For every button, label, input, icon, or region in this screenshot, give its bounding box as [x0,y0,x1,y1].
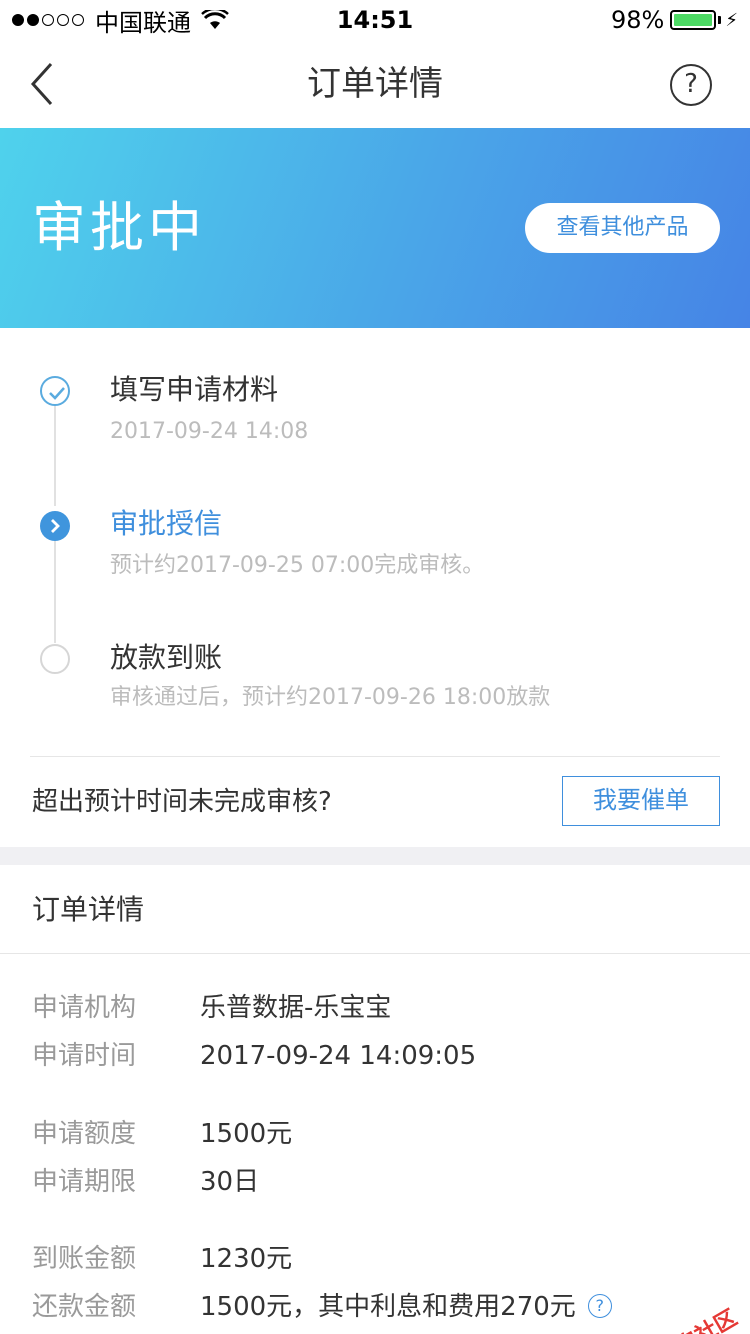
detail-value: 乐普数据-乐宝宝 [200,993,392,1023]
detail-value: 1500元，其中利息和费用270元? [200,1287,612,1327]
step-current-arrow-icon [40,511,70,541]
detail-value: 30日 [200,1167,260,1197]
timeline-step-sub: 审核通过后，预计约2017-09-26 18:00放款 [110,685,551,710]
battery-icon [670,10,717,30]
battery-tip [718,16,722,24]
page-title: 订单详情 [307,64,443,104]
divider [0,953,750,954]
view-other-products-button[interactable]: 查看其他产品 [525,203,720,253]
status-bar: 中国联通 14:51 98% ⚡ [0,0,750,40]
watermark-text: 卡农社区 [650,1300,742,1334]
detail-label: 申请额度 [32,1119,137,1149]
details-title: 订单详情 [32,893,145,926]
section-gap [0,847,750,865]
charging-icon: ⚡ [725,9,738,31]
battery-percent: 98% [611,6,665,34]
step-done-check-icon [40,376,70,406]
urge-row: 超出预计时间未完成审核? 我要催单 [0,757,750,847]
status-banner: 审批中 查看其他产品 [0,128,750,328]
detail-label: 申请机构 [32,993,137,1023]
timeline-connector [54,406,56,506]
timeline-connector [54,541,56,643]
nav-bar: 订单详情 ? [0,40,750,128]
detail-label: 申请时间 [32,1041,137,1071]
detail-label: 到账金额 [32,1244,137,1274]
urge-prompt: 超出预计时间未完成审核? [32,787,332,817]
detail-value: 1500元 [200,1119,293,1149]
detail-label: 申请期限 [32,1167,137,1197]
step-pending-circle-icon [40,644,70,674]
repayment-amount-text: 1500元，其中利息和费用270元 [200,1292,576,1322]
progress-timeline: 填写申请材料 2017-09-24 14:08 审批授信 预计约2017-09-… [0,328,750,756]
status-right: 98% ⚡ [611,6,738,34]
watermark: 卡农社区 [627,1300,742,1334]
timeline-step-title: 审批授信 [110,507,223,540]
detail-value: 1230元 [200,1244,293,1274]
battery-fill [674,14,712,26]
timeline-step-title: 放款到账 [110,641,223,674]
detail-value: 2017-09-24 14:09:05 [200,1041,477,1071]
detail-label: 还款金额 [32,1292,137,1322]
question-icon[interactable]: ? [587,1293,612,1318]
order-status: 审批中 [32,196,206,259]
help-icon[interactable]: ? [670,64,712,106]
timeline-step-title: 填写申请材料 [110,373,279,406]
timeline-step-sub: 2017-09-24 14:08 [110,419,309,444]
timeline-step-sub: 预计约2017-09-25 07:00完成审核。 [110,553,485,578]
urge-order-button[interactable]: 我要催单 [562,776,720,826]
